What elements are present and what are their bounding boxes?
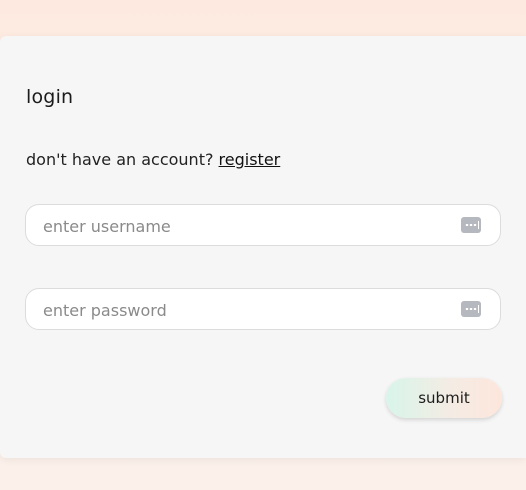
keyboard-icon[interactable]	[461, 301, 481, 317]
username-field-container	[25, 204, 501, 247]
keyboard-icon[interactable]	[461, 217, 481, 233]
register-prompt: don't have an account? register	[26, 150, 280, 169]
register-prompt-text: don't have an account?	[26, 150, 214, 169]
register-link[interactable]: register	[219, 150, 281, 169]
password-field-container	[25, 288, 501, 331]
page-title: login	[26, 86, 74, 108]
login-card: login don't have an account? register su…	[0, 36, 526, 458]
username-input[interactable]	[41, 205, 445, 247]
submit-button[interactable]: submit	[386, 378, 502, 418]
password-input[interactable]	[41, 289, 445, 331]
